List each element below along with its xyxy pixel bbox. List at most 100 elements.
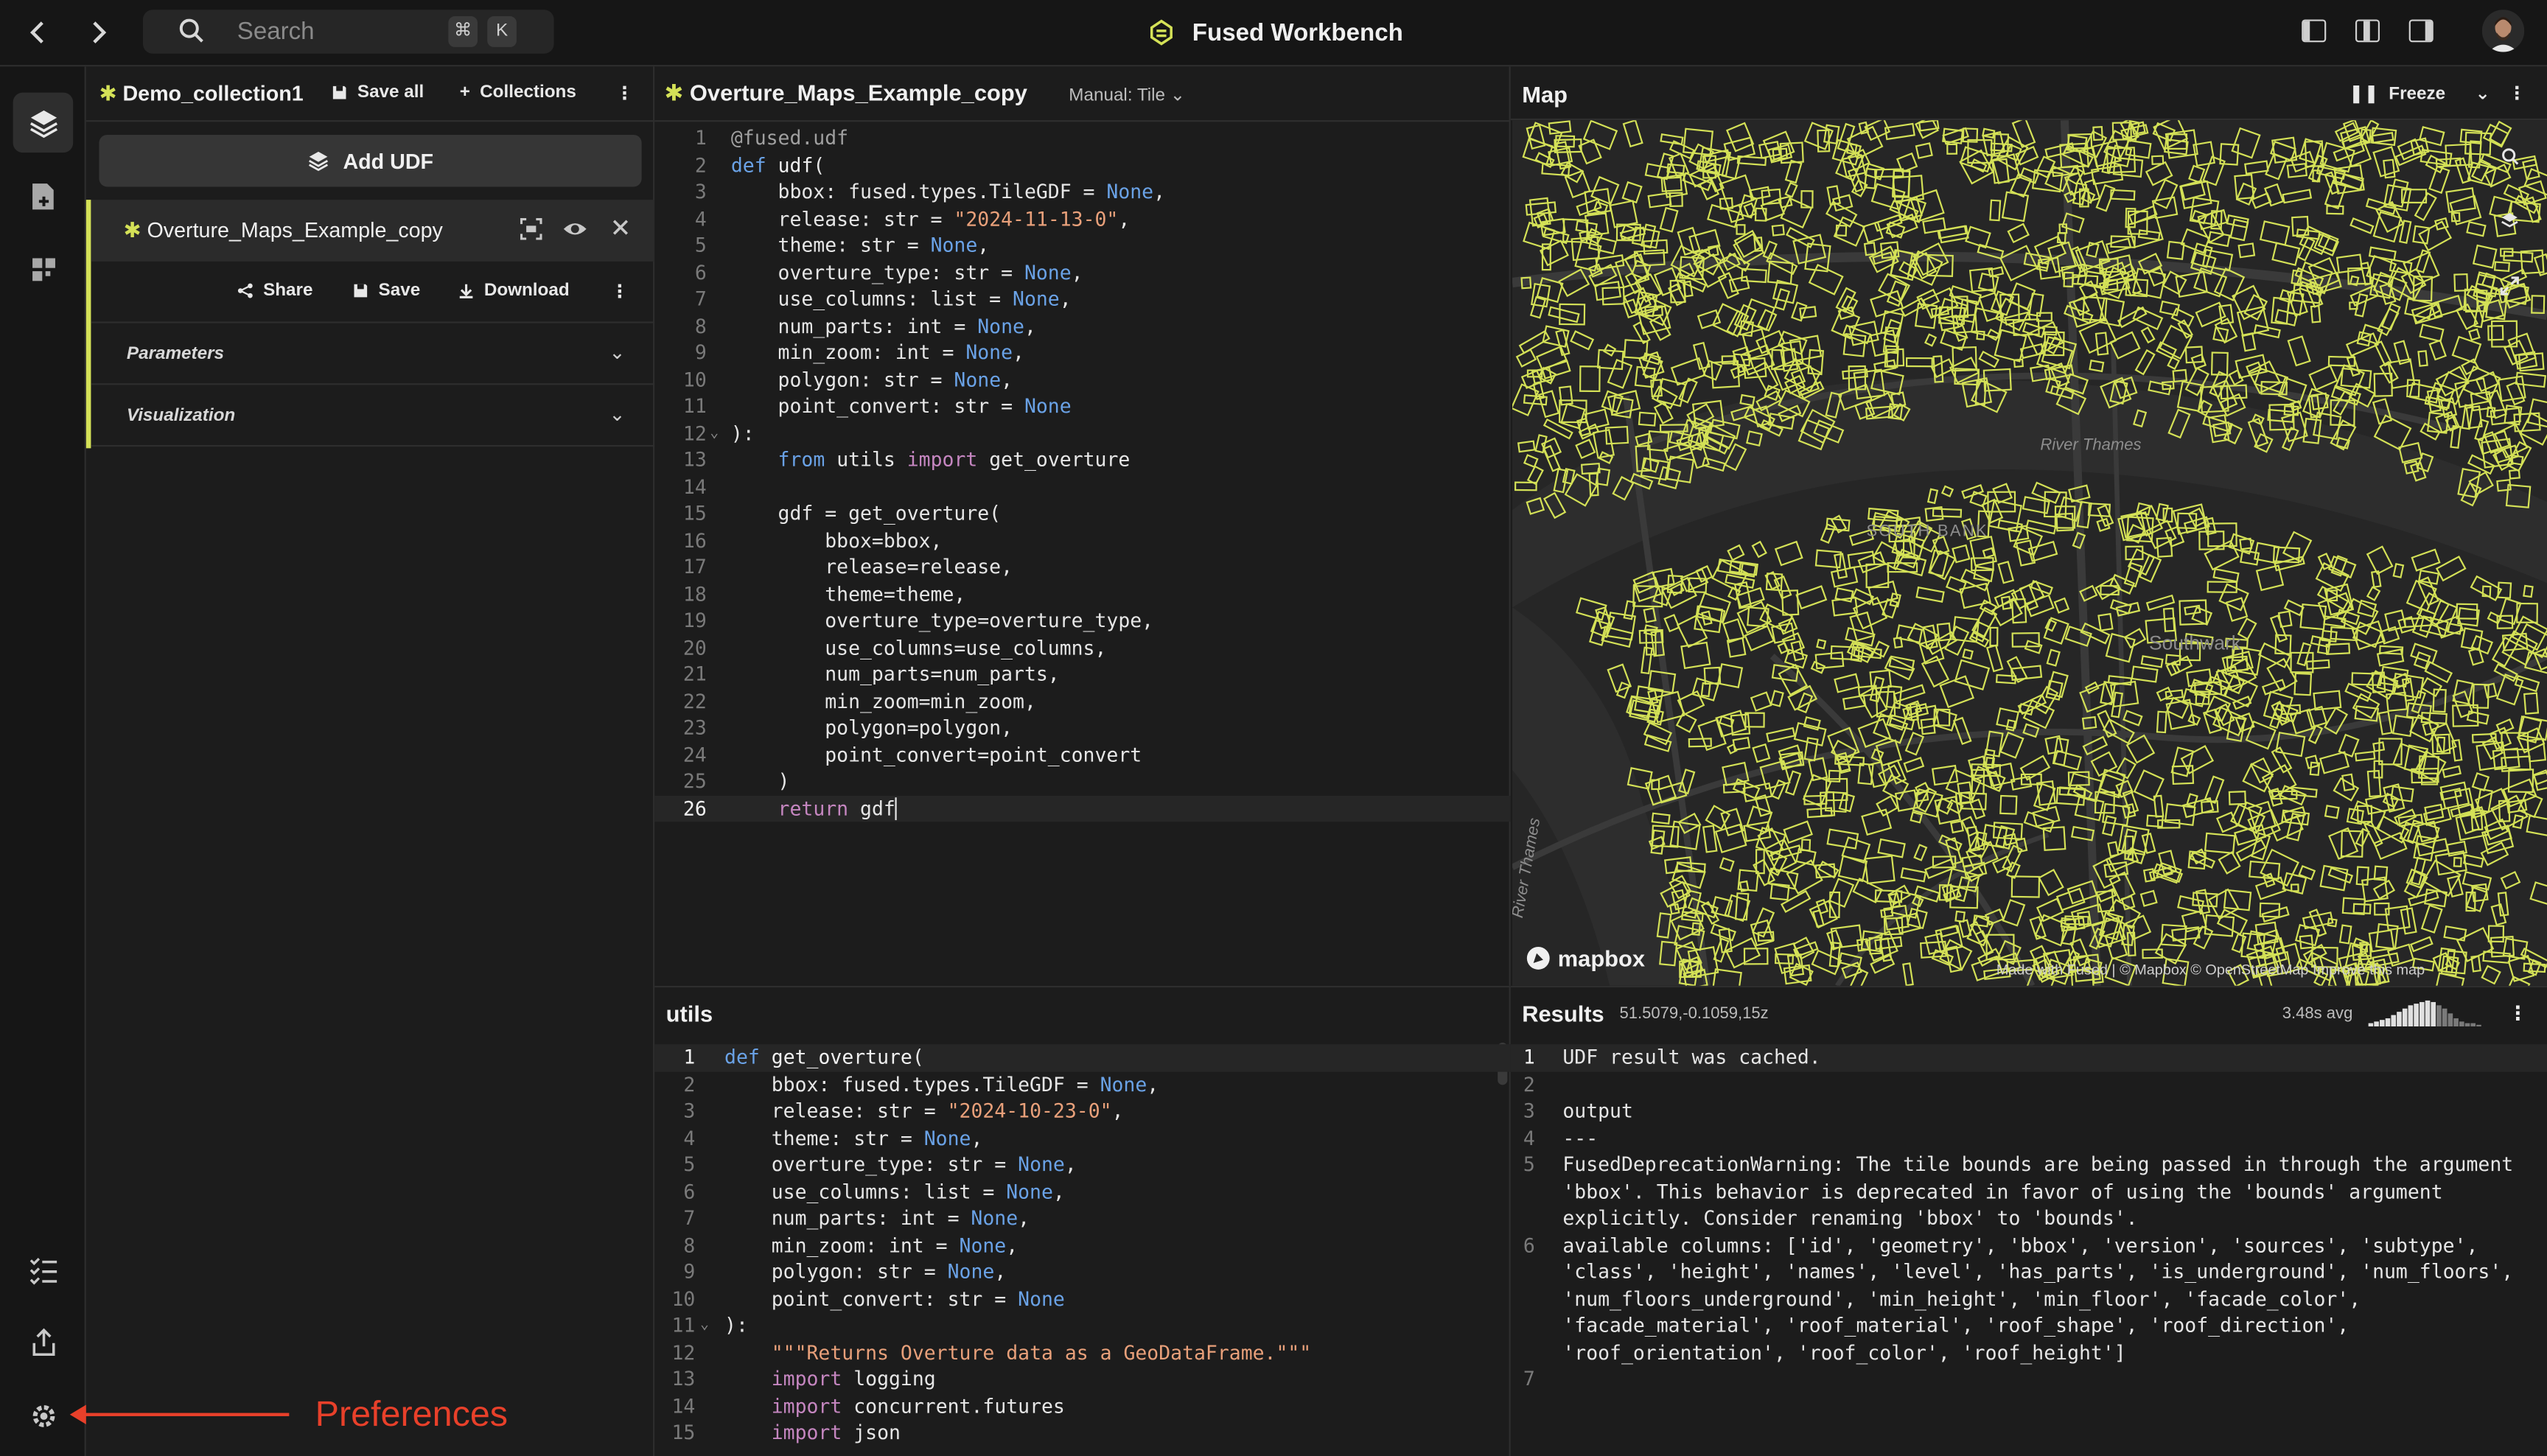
eye-icon[interactable] <box>562 217 588 243</box>
forward-button[interactable] <box>78 13 117 52</box>
collection-panel: ✱ Demo_collection1 Save all + Collection… <box>85 66 655 1456</box>
histogram-bar <box>2476 1024 2481 1026</box>
histogram-bar <box>2453 1018 2459 1026</box>
udf-more-button[interactable]: ⋮ <box>611 281 629 302</box>
map-buildings-layer[interactable] <box>1512 120 2547 986</box>
add-udf-button[interactable]: Add UDF <box>99 134 642 187</box>
histogram-bar <box>2470 1023 2476 1026</box>
avatar-image <box>2481 10 2525 52</box>
more-vertical-icon: ⋮ <box>610 282 629 302</box>
histogram-bar <box>2459 1021 2464 1026</box>
histogram-bar <box>2374 1021 2379 1026</box>
utils-code-editor[interactable]: 1 def get_overture( 2 bbox: fused.types.T… <box>654 1044 1511 1446</box>
results-line: 6 available columns: ['id', 'geometry', '… <box>1511 1232 2547 1259</box>
map-label: SOUTH BANK <box>1866 522 1988 541</box>
annotation-arrow-head <box>69 1404 86 1424</box>
histogram-bar <box>2391 1015 2397 1026</box>
user-avatar[interactable] <box>2481 10 2525 52</box>
rail-jobs-button[interactable] <box>13 1239 74 1300</box>
kbd-k: K <box>487 16 517 47</box>
histogram-bar <box>2436 1005 2442 1026</box>
results-line: 'roof_orientation', 'roof_color', 'roof_… <box>1511 1339 2547 1365</box>
results-line-text: 'bbox'. This behavior is deprecated in f… <box>1562 1180 2443 1203</box>
left-rail <box>0 66 86 1456</box>
results-line-number: 3 <box>1523 1099 1535 1123</box>
map-canvas[interactable]: River Thames SOUTH BANK Southwark River … <box>1512 120 2547 986</box>
udf-code-editor[interactable]: 1 @fused.udf 2 def udf( 3 bbox: fused.type… <box>654 125 1511 822</box>
search-box[interactable]: ⌘ K <box>142 10 554 54</box>
map-expand-button[interactable] <box>2487 266 2532 312</box>
layers-icon <box>29 109 57 138</box>
utils-panel: utils 1 def get_overture( 2 bbox: fused.t… <box>654 985 1511 1456</box>
back-button[interactable] <box>19 13 58 52</box>
focus-icon[interactable] <box>518 217 544 243</box>
results-line: 3 output <box>1511 1098 2547 1124</box>
rail-share-button[interactable] <box>13 1312 74 1373</box>
unsaved-star-icon: ✱ <box>664 80 690 106</box>
histogram-bar <box>2368 1023 2374 1026</box>
mapbox-logo-icon <box>1526 946 1550 970</box>
visualization-accordion[interactable]: Visualization ⌄ <box>91 387 655 447</box>
chevron-down-icon: ⌄ <box>2475 84 2490 105</box>
execution-mode-select[interactable]: Manual: Tile ⌄ <box>1069 85 1186 106</box>
search-input[interactable] <box>237 14 481 49</box>
map-attribution[interactable]: Made with Fused | © Mapbox © OpenStreetM… <box>1996 962 2425 978</box>
map-label: River Thames <box>2040 436 2142 455</box>
download-button[interactable]: Download <box>458 281 570 301</box>
results-coordinates: 51.5079,-0.1059,15z <box>1619 1005 1769 1023</box>
map-layers-button[interactable] <box>2487 201 2532 247</box>
timing-histogram <box>2368 1000 2481 1026</box>
search-icon <box>179 18 203 43</box>
map-more-button[interactable]: ⋮ <box>2508 83 2526 104</box>
app-root: ⌘ K Fused Workbench <box>0 0 2547 1456</box>
layout-center-panel-icon[interactable] <box>2355 19 2380 43</box>
save-button[interactable]: Save <box>352 281 420 301</box>
collection-more-button[interactable]: ⋮ <box>615 83 633 104</box>
kbd-cmd: ⌘ <box>448 16 478 47</box>
results-line: 5 FusedDeprecationWarning: The tile bound… <box>1511 1152 2547 1178</box>
results-line-number: 2 <box>1523 1072 1535 1096</box>
chevron-down-icon: ⌄ <box>609 340 626 364</box>
results-line-text: FusedDeprecationWarning: The tile bounds… <box>1562 1152 2514 1176</box>
results-line-text: 'facade_material', 'roof_material', 'roo… <box>1562 1314 2349 1337</box>
udf-item-name[interactable]: ✱ Overture_Maps_Example_copy <box>124 217 443 243</box>
results-line-text: explicitly. Consider renaming 'bbox' to … <box>1562 1206 2138 1230</box>
parameters-accordion[interactable]: Parameters ⌄ <box>91 325 655 385</box>
results-line: 'bbox'. This behavior is deprecated in f… <box>1511 1178 2547 1205</box>
collections-button[interactable]: + Collections <box>460 83 576 102</box>
collection-name[interactable]: ✱ Demo_collection1 <box>99 81 303 107</box>
close-icon[interactable] <box>607 217 633 243</box>
results-title: Results <box>1522 1000 1604 1026</box>
results-line-number: 4 <box>1523 1126 1535 1149</box>
udf-item-header[interactable]: ✱ Overture_Maps_Example_copy <box>91 200 655 262</box>
plus-icon: + <box>459 83 470 102</box>
rail-udfs-button[interactable] <box>13 92 74 153</box>
fused-logo-icon <box>1150 19 1173 46</box>
chevron-down-icon: ⌄ <box>609 402 626 426</box>
freeze-button[interactable]: ❚❚ Freeze ⌄ <box>2349 83 2490 104</box>
map-panel: Map ❚❚ Freeze ⌄ ⋮ River Thames SOUTH BAN… <box>1510 66 2547 986</box>
preferences-button[interactable] <box>13 1385 74 1446</box>
histogram-bar <box>2442 1008 2448 1026</box>
more-vertical-icon: ⋮ <box>2508 84 2526 105</box>
more-vertical-icon: ⋮ <box>2508 1001 2528 1025</box>
chevron-down-icon: ⌄ <box>1170 85 1186 106</box>
histogram-bar <box>2397 1012 2402 1026</box>
rail-catalog-button[interactable] <box>13 239 74 299</box>
histogram-bar <box>2408 1005 2414 1026</box>
map-search-button[interactable] <box>2487 136 2532 182</box>
share-button[interactable]: Share <box>237 281 312 301</box>
save-all-button[interactable]: Save all <box>332 83 424 102</box>
results-more-button[interactable]: ⋮ <box>2508 1002 2527 1025</box>
results-line: 'num_floors_underground', 'min_height', … <box>1511 1286 2547 1312</box>
mapbox-logo[interactable]: mapbox <box>1526 945 1645 971</box>
fold-chevron-icon[interactable]: ⌄ <box>700 1312 709 1339</box>
layout-left-panel-icon[interactable] <box>2302 19 2327 43</box>
layout-right-panel-icon[interactable] <box>2408 19 2434 43</box>
rail-files-button[interactable] <box>13 166 74 226</box>
results-line: 2 <box>1511 1071 2547 1098</box>
upload-icon <box>32 1327 55 1355</box>
results-line: explicitly. Consider renaming 'bbox' to … <box>1511 1205 2547 1231</box>
results-panel: Results 51.5079,-0.1059,15z 3.48s avg ⋮ … <box>1510 985 2547 1456</box>
fold-chevron-icon[interactable]: ⌄ <box>710 420 719 447</box>
